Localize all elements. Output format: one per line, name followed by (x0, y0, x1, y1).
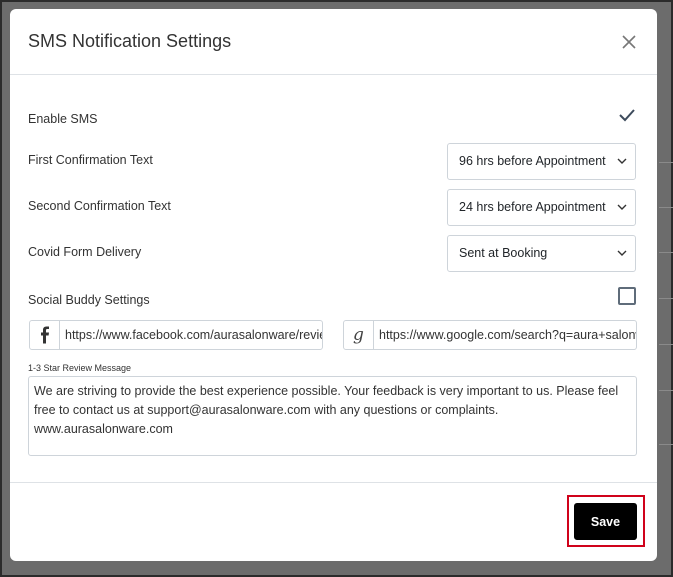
second-confirmation-label: Second Confirmation Text (28, 199, 171, 213)
footer-divider (10, 482, 657, 483)
review-message-label: 1-3 Star Review Message (28, 363, 132, 373)
background-row-divider (659, 162, 673, 163)
first-confirmation-label: First Confirmation Text (28, 153, 153, 167)
chevron-down-icon (617, 250, 627, 256)
facebook-icon (40, 326, 49, 344)
google-url-group: g (343, 320, 637, 350)
sms-settings-modal: SMS Notification Settings Enable SMS Fir… (10, 9, 657, 561)
background-row-divider (659, 298, 673, 299)
covid-form-select[interactable]: Sent at Booking (447, 235, 636, 272)
google-url-input[interactable] (375, 321, 636, 349)
google-icon: g (353, 324, 364, 345)
facebook-url-input[interactable] (61, 321, 322, 349)
review-message-textarea[interactable]: We are striving to provide the best expe… (28, 376, 637, 456)
enable-sms-checkbox[interactable] (617, 107, 637, 123)
first-confirmation-select[interactable]: 96 hrs before Appointment (447, 143, 636, 180)
second-confirmation-select[interactable]: 24 hrs before Appointment (447, 189, 636, 226)
background-row-divider (659, 444, 673, 445)
modal-title: SMS Notification Settings (28, 31, 232, 51)
covid-form-value: Sent at Booking (459, 246, 548, 260)
social-buddy-label: Social Buddy Settings (28, 293, 150, 307)
save-button[interactable]: Save (574, 503, 637, 540)
background-row-divider (659, 252, 673, 253)
close-button[interactable] (620, 33, 638, 51)
google-addon: g (344, 321, 374, 349)
chevron-down-icon (617, 204, 627, 210)
social-buddy-checkbox[interactable] (618, 287, 636, 305)
enable-sms-label: Enable SMS (28, 112, 98, 126)
modal-header: SMS Notification Settings (10, 9, 657, 75)
background-row-divider (659, 207, 673, 208)
first-confirmation-value: 96 hrs before Appointment (459, 154, 606, 168)
background-row-divider (659, 344, 673, 345)
background-row-divider (659, 390, 673, 391)
facebook-addon (30, 321, 60, 349)
facebook-url-group (29, 320, 323, 350)
second-confirmation-value: 24 hrs before Appointment (459, 200, 606, 214)
close-icon (622, 35, 636, 49)
covid-form-label: Covid Form Delivery (28, 245, 142, 259)
chevron-down-icon (617, 158, 627, 164)
check-icon (619, 109, 635, 122)
